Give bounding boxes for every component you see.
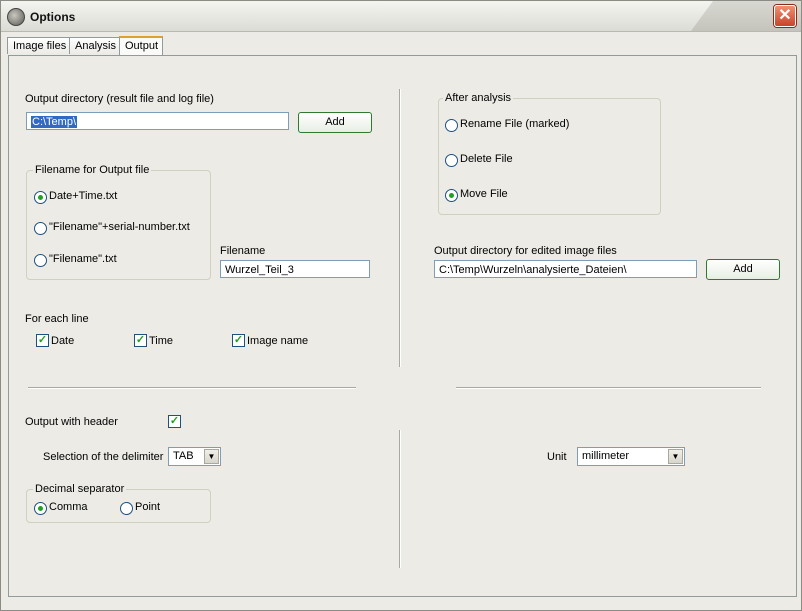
decimal-separator-legend: Decimal separator — [33, 483, 127, 495]
decimal-separator-group: Decimal separator Comma Point — [26, 483, 211, 523]
right-separator — [456, 387, 761, 389]
checkbox-time[interactable]: ✓ — [134, 334, 147, 347]
radio-date-time[interactable] — [34, 191, 47, 204]
bottom-column-separator — [399, 430, 401, 568]
unit-value: millimeter — [582, 450, 630, 462]
filename-label: Filename — [220, 245, 266, 257]
checkbox-date-label: Date — [51, 335, 75, 347]
options-window: Options ✕ Image files Analysis Output Ou… — [0, 0, 802, 611]
delimiter-value: TAB — [173, 450, 194, 462]
radio-point[interactable] — [120, 502, 133, 515]
radio-filename-txt-label: "Filename".txt — [49, 253, 117, 265]
checkbox-image-name[interactable]: ✓ — [232, 334, 245, 347]
output-directory-input[interactable]: C:\Temp\ — [26, 112, 289, 130]
radio-rename-file-label: Rename File (marked) — [460, 118, 570, 130]
top-column-separator — [399, 89, 401, 367]
filename-input[interactable]: Wurzel_Teil_3 — [220, 260, 370, 278]
edited-directory-label: Output directory for edited image files — [434, 245, 617, 257]
tab-output[interactable]: Output — [119, 36, 163, 56]
radio-point-label: Point — [135, 501, 161, 513]
tab-analysis[interactable]: Analysis — [69, 37, 120, 54]
radio-delete-file[interactable] — [445, 154, 458, 167]
output-directory-add-button[interactable]: Add — [298, 112, 372, 133]
left-separator — [28, 387, 356, 389]
tab-image-files[interactable]: Image files — [7, 37, 71, 54]
radio-rename-file[interactable] — [445, 119, 458, 132]
radio-delete-file-label: Delete File — [460, 153, 513, 165]
output-header-label: Output with header — [25, 416, 118, 428]
delimiter-label: Selection of the delimiter — [43, 451, 164, 463]
filename-group: Filename for Output file Date+Time.txt "… — [26, 164, 211, 280]
checkbox-date[interactable]: ✓ — [36, 334, 49, 347]
after-analysis-legend: After analysis — [443, 92, 514, 104]
radio-filename-serial-label: "Filename"+serial-number.txt — [49, 221, 190, 233]
app-icon — [7, 8, 25, 26]
checkbox-time-label: Time — [149, 335, 174, 347]
delimiter-select[interactable]: TAB ▼ — [168, 447, 221, 466]
window-title: Options — [30, 10, 76, 24]
output-directory-value: C:\Temp\ — [31, 116, 78, 128]
for-each-line-label: For each line — [25, 313, 89, 325]
chevron-down-icon[interactable]: ▼ — [204, 449, 219, 464]
radio-comma[interactable] — [34, 502, 47, 515]
output-tab-panel: Output directory (result file and log fi… — [8, 55, 797, 597]
edited-directory-input[interactable]: C:\Temp\Wurzeln\analysierte_Dateien\ — [434, 260, 697, 278]
unit-label: Unit — [547, 451, 567, 463]
close-button[interactable]: ✕ — [774, 5, 796, 27]
title-bar[interactable]: Options ✕ — [1, 1, 801, 32]
radio-filename-txt[interactable] — [34, 254, 47, 267]
radio-move-file-label: Move File — [460, 188, 508, 200]
output-directory-label: Output directory (result file and log fi… — [25, 93, 214, 105]
chevron-down-icon[interactable]: ▼ — [668, 449, 683, 464]
radio-move-file[interactable] — [445, 189, 458, 202]
radio-filename-serial[interactable] — [34, 222, 47, 235]
radio-comma-label: Comma — [49, 501, 88, 513]
checkbox-image-name-label: Image name — [247, 335, 309, 347]
after-analysis-group: After analysis Rename File (marked) Dele… — [438, 92, 661, 215]
filename-group-legend: Filename for Output file — [33, 164, 152, 176]
unit-select[interactable]: millimeter ▼ — [577, 447, 685, 466]
radio-date-time-label: Date+Time.txt — [49, 190, 118, 202]
edited-directory-add-button[interactable]: Add — [706, 259, 780, 280]
checkbox-output-header[interactable]: ✓ — [168, 415, 181, 428]
